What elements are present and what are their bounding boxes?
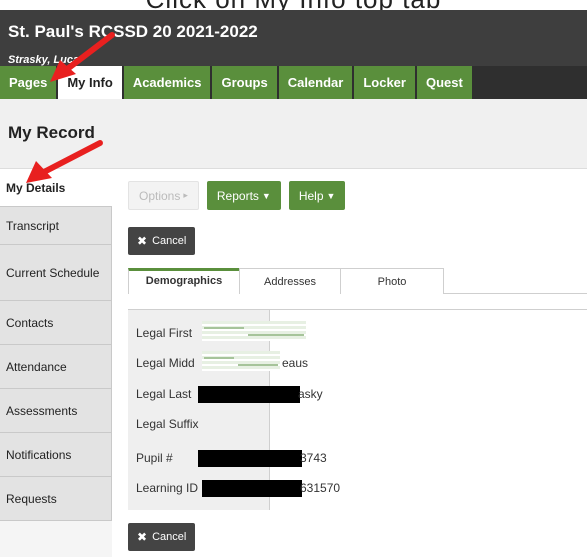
- field-label-legal-last: Legal Last: [136, 387, 192, 401]
- cancel-button-bottom[interactable]: ✖ Cancel: [128, 523, 196, 551]
- redaction-bar: [198, 386, 300, 403]
- help-button[interactable]: Help ▼: [288, 181, 346, 210]
- top-nav: Pages My Info Academics Groups Calendar …: [0, 66, 587, 99]
- app-header: St. Paul's RCSSD 20 2021-2022 Strasky, L…: [0, 10, 587, 66]
- toolbar: Options ▸ Reports ▼ Help ▼: [128, 181, 346, 210]
- redaction-bar: [198, 450, 302, 467]
- cancel-label: Cancel: [152, 531, 187, 543]
- subtab-addresses[interactable]: Addresses: [239, 268, 341, 294]
- cancel-label: Cancel: [152, 235, 187, 247]
- close-icon: ✖: [137, 234, 148, 248]
- record-subtabs: Demographics Addresses Photo: [128, 268, 587, 294]
- field-value-legal-middle: eaus: [282, 356, 309, 370]
- page-title: My Record: [8, 123, 95, 142]
- side-item-attendance[interactable]: Attendance: [0, 345, 112, 389]
- chevron-down-icon: ▸: [183, 190, 188, 200]
- side-item-assessments[interactable]: Assessments: [0, 389, 112, 433]
- side-item-requests[interactable]: Requests: [0, 477, 112, 521]
- options-label: Options: [139, 188, 181, 203]
- field-label-legal-suffix: Legal Suffix: [136, 417, 199, 431]
- tab-locker[interactable]: Locker: [354, 66, 415, 99]
- reports-button[interactable]: Reports ▼: [206, 181, 281, 210]
- side-item-transcript[interactable]: Transcript: [0, 207, 112, 245]
- blurred-line: [204, 357, 234, 359]
- subtab-photo[interactable]: Photo: [340, 268, 444, 294]
- tab-quest[interactable]: Quest: [416, 66, 472, 99]
- redaction-bar: [202, 480, 302, 497]
- field-label-legal-first: Legal First: [136, 326, 193, 340]
- blurred-line: [238, 364, 278, 366]
- record-bar: My Record: [0, 99, 587, 169]
- cancel-button-top[interactable]: ✖ Cancel: [128, 227, 196, 255]
- tab-academics[interactable]: Academics: [123, 66, 211, 99]
- side-item-contacts[interactable]: Contacts: [0, 301, 112, 345]
- chevron-down-icon: ▼: [326, 190, 336, 201]
- reports-label: Reports: [216, 188, 259, 203]
- field-label-legal-middle: Legal Midd: [136, 356, 195, 370]
- instruction-caption: Click on My Info top tab: [0, 0, 587, 10]
- tab-calendar[interactable]: Calendar: [278, 66, 353, 99]
- tab-pages[interactable]: Pages: [0, 66, 57, 99]
- side-nav: My Details Transcript Current Schedule C…: [0, 169, 112, 557]
- blurred-line: [204, 327, 244, 329]
- school-title: St. Paul's RCSSD 20 2021-2022: [8, 22, 258, 41]
- side-item-my-details[interactable]: My Details: [0, 169, 112, 207]
- field-value-learning-id: 631570: [300, 481, 341, 495]
- field-value-pupil-number: 3743: [300, 451, 327, 465]
- side-item-current-schedule[interactable]: Current Schedule: [0, 245, 112, 301]
- field-label-pupil-number: Pupil #: [136, 451, 173, 465]
- subtab-demographics[interactable]: Demographics: [128, 268, 240, 294]
- tab-groups[interactable]: Groups: [212, 66, 277, 99]
- blurred-line: [248, 334, 304, 336]
- side-item-notifications[interactable]: Notifications: [0, 433, 112, 477]
- user-name: Strasky, Luca: [8, 54, 80, 66]
- tab-my-info[interactable]: My Info: [58, 66, 122, 99]
- options-button[interactable]: Options ▸: [128, 181, 199, 210]
- field-label-learning-id: Learning ID: [136, 481, 199, 495]
- help-label: Help: [298, 188, 324, 203]
- chevron-down-icon: ▼: [261, 190, 271, 201]
- blurred-value: [202, 351, 280, 371]
- field-value-legal-last: asky: [298, 387, 323, 401]
- close-icon: ✖: [137, 530, 148, 544]
- demographics-form: Legal First Legal Midd eaus Legal Last a…: [128, 309, 587, 510]
- blurred-value: [202, 321, 306, 341]
